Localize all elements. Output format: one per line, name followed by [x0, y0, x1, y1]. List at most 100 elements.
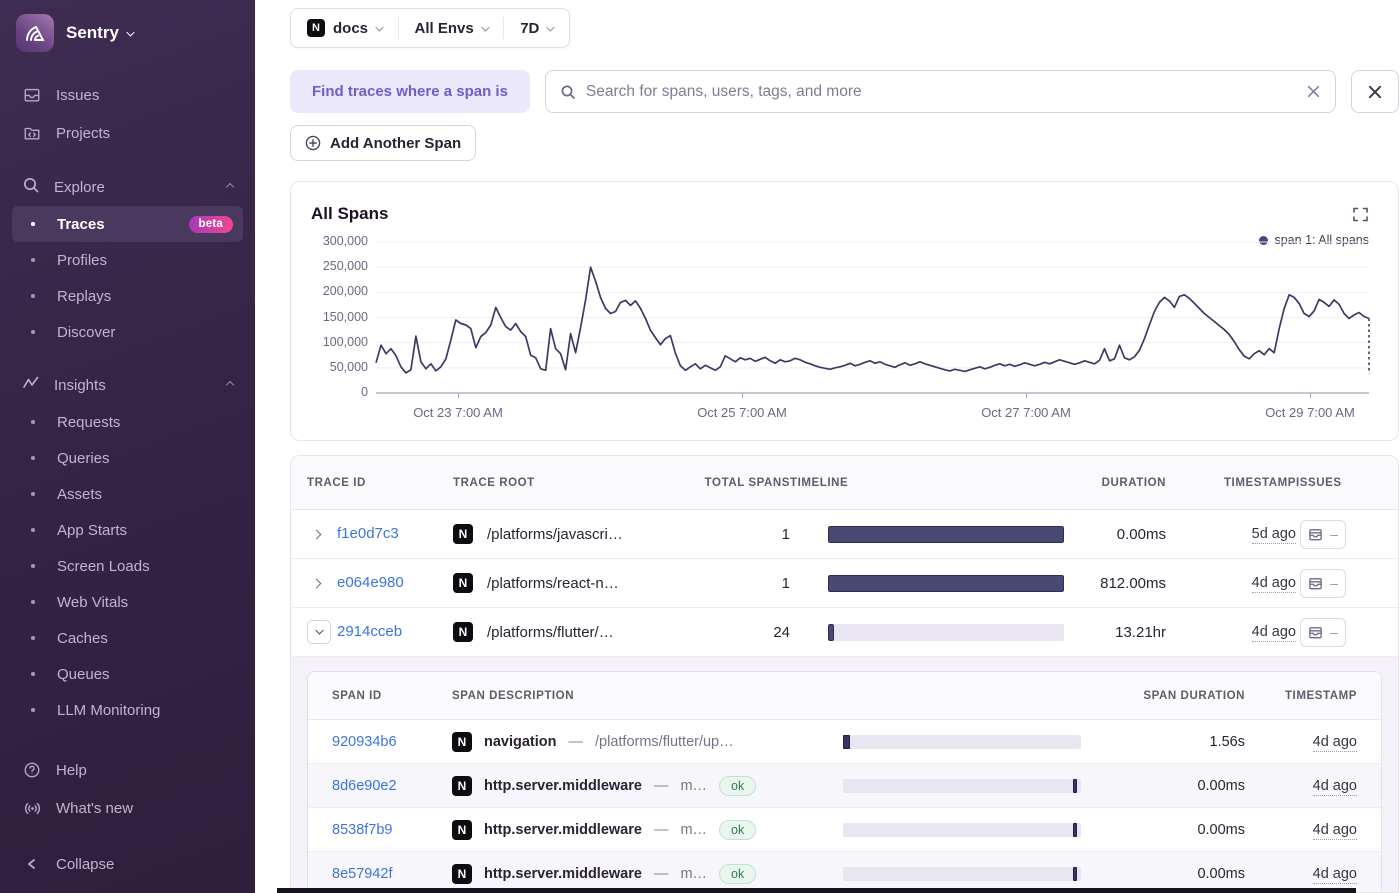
span-id-link[interactable]: 920934b6: [332, 734, 397, 750]
timestamp-value[interactable]: 4d ago: [1313, 866, 1357, 884]
sidebar-item-caches[interactable]: Caches: [12, 620, 243, 656]
column-header-span-id: Span ID: [332, 690, 452, 702]
issues-button[interactable]: –: [1300, 618, 1346, 647]
environment-selector[interactable]: All Envs: [399, 9, 504, 47]
span-search-input[interactable]: [586, 83, 1296, 101]
column-header-span-duration: Span Duration: [1095, 690, 1245, 702]
sidebar-item-queries[interactable]: Queries: [12, 440, 243, 476]
sidebar-item-what-s-new[interactable]: What's new: [12, 789, 243, 827]
timeline-track[interactable]: [828, 624, 1064, 641]
project-selector[interactable]: N docs: [291, 9, 398, 47]
span-description-cell: Nnavigation—/platforms/flutter/up…: [452, 732, 843, 752]
chevron-right-icon[interactable]: [312, 579, 322, 589]
timestamp-value[interactable]: 4d ago: [1252, 624, 1296, 642]
sidebar-group-insights[interactable]: Insights: [12, 366, 243, 404]
sidebar-item-discover[interactable]: Discover: [12, 314, 243, 350]
span-duration-cell: 0.00ms: [1095, 866, 1245, 882]
span-id-link[interactable]: 8e57942f: [332, 866, 392, 882]
y-tick-label: 300,000: [291, 234, 368, 248]
nextjs-platform-icon: N: [452, 776, 472, 796]
sidebar-group-label: Insights: [54, 377, 106, 394]
timeline-track[interactable]: [843, 779, 1081, 793]
trace-root-value: /platforms/flutter/…: [487, 624, 614, 641]
span-id-link[interactable]: 8d6e90e2: [332, 778, 397, 794]
span-id-cell: 920934b6: [332, 733, 452, 751]
timeline-track[interactable]: [843, 823, 1081, 837]
whats-new-icon: [22, 799, 42, 818]
sidebar-item-replays[interactable]: Replays: [12, 278, 243, 314]
sidebar-item-requests[interactable]: Requests: [12, 404, 243, 440]
issues-button[interactable]: –: [1300, 569, 1346, 598]
sidebar-item-projects[interactable]: Projects: [12, 114, 243, 152]
sidebar-group-explore[interactable]: Explore: [12, 168, 243, 206]
span-description-value: /platforms/flutter/up…: [595, 734, 734, 750]
column-header-trace-id: Trace ID: [307, 477, 453, 489]
org-switcher[interactable]: Sentry: [66, 23, 132, 43]
bullet-icon: [23, 420, 43, 424]
fullscreen-icon[interactable]: [1353, 207, 1368, 225]
timestamp-value[interactable]: 5d ago: [1252, 526, 1296, 544]
trace-id-link[interactable]: e064e980: [337, 574, 404, 591]
table-row: e064e980N/platforms/react-n…1812.00ms4d …: [291, 559, 1398, 608]
span-query-row: Find traces where a span is: [290, 70, 1399, 113]
app-window: Sentry IssuesProjects ExploreTracesbetaPr…: [0, 0, 1400, 893]
chevron-down-icon: [547, 23, 555, 31]
timeline-track[interactable]: [828, 575, 1064, 592]
timeline-cell: [843, 823, 1095, 837]
sidebar-nav: IssuesProjectsExploreTracesbetaProfilesR…: [12, 66, 243, 745]
timeline-track[interactable]: [843, 735, 1081, 749]
traces-table-header: Trace IDTrace RootTotal SpansTimelineDur…: [291, 456, 1398, 510]
span-id-link[interactable]: 8538f7b9: [332, 822, 392, 838]
date-range-selector[interactable]: 7D: [504, 9, 569, 47]
column-header-timeline: Timeline: [790, 477, 1064, 489]
insights-icon: [22, 374, 40, 396]
sidebar-group-items-explore: TracesbetaProfilesReplaysDiscover: [12, 206, 243, 350]
org-name: Sentry: [66, 23, 119, 43]
bullet-icon: [23, 222, 43, 226]
sidebar-item-queues[interactable]: Queues: [12, 656, 243, 692]
timeline-track[interactable]: [828, 526, 1064, 543]
clear-search-icon[interactable]: [1306, 84, 1321, 99]
span-row: 8538f7b9Nhttp.server.middleware—m…ok0.00…: [308, 808, 1381, 852]
total-spans-cell: 1: [697, 575, 790, 592]
span-row: 920934b6 Nnavigation—/platforms/flutter/u…: [308, 720, 1381, 764]
timeline-track[interactable]: [843, 867, 1081, 881]
issues-count-dash: –: [1330, 625, 1338, 639]
issues-button[interactable]: –: [1300, 520, 1346, 549]
sidebar-item-screen-loads[interactable]: Screen Loads: [12, 548, 243, 584]
trace-id-link[interactable]: f1e0d7c3: [337, 525, 399, 542]
duration-cell: 812.00ms: [1064, 575, 1166, 592]
timeline-fill-bar: [1073, 823, 1077, 837]
timestamp-value[interactable]: 4d ago: [1313, 734, 1357, 752]
span-op-name: http.server.middleware: [484, 778, 642, 794]
sidebar-item-llm-monitoring[interactable]: LLM Monitoring: [12, 692, 243, 728]
trace-id-link[interactable]: 2914cceb: [337, 623, 402, 640]
timestamp-cell: 4d ago: [1245, 866, 1357, 882]
add-another-span-button[interactable]: Add Another Span: [290, 125, 476, 161]
sidebar-item-issues[interactable]: Issues: [12, 76, 243, 114]
sidebar-item-profiles[interactable]: Profiles: [12, 242, 243, 278]
column-header-duration: Duration: [1064, 477, 1166, 489]
collapse-row-button[interactable]: [307, 620, 331, 644]
sidebar-collapse-button[interactable]: Collapse: [12, 845, 243, 883]
sidebar-item-label: Caches: [57, 630, 108, 647]
issues-count-dash: –: [1330, 576, 1338, 590]
timestamp-value[interactable]: 4d ago: [1313, 822, 1357, 840]
sidebar-item-web-vitals[interactable]: Web Vitals: [12, 584, 243, 620]
sidebar-item-traces[interactable]: Tracesbeta: [12, 206, 243, 242]
remove-span-condition-button[interactable]: [1351, 70, 1399, 113]
sidebar-header: Sentry: [12, 12, 243, 66]
y-tick-label: 50,000: [291, 360, 368, 374]
chevron-right-icon[interactable]: [312, 530, 322, 540]
issues-icon: [22, 86, 42, 104]
sidebar-item-app-starts[interactable]: App Starts: [12, 512, 243, 548]
span-status-badge: ok: [719, 820, 756, 840]
column-header-trace-root: Trace Root: [453, 477, 697, 489]
sidebar-item-assets[interactable]: Assets: [12, 476, 243, 512]
sidebar-item-help[interactable]: Help: [12, 751, 243, 789]
span-description-value: m…: [680, 822, 707, 838]
timeline-cell: [790, 526, 1064, 543]
timestamp-value[interactable]: 4d ago: [1252, 575, 1296, 593]
table-row: f1e0d7c3N/platforms/javascri…10.00ms5d a…: [291, 510, 1398, 559]
timestamp-value[interactable]: 4d ago: [1313, 778, 1357, 796]
